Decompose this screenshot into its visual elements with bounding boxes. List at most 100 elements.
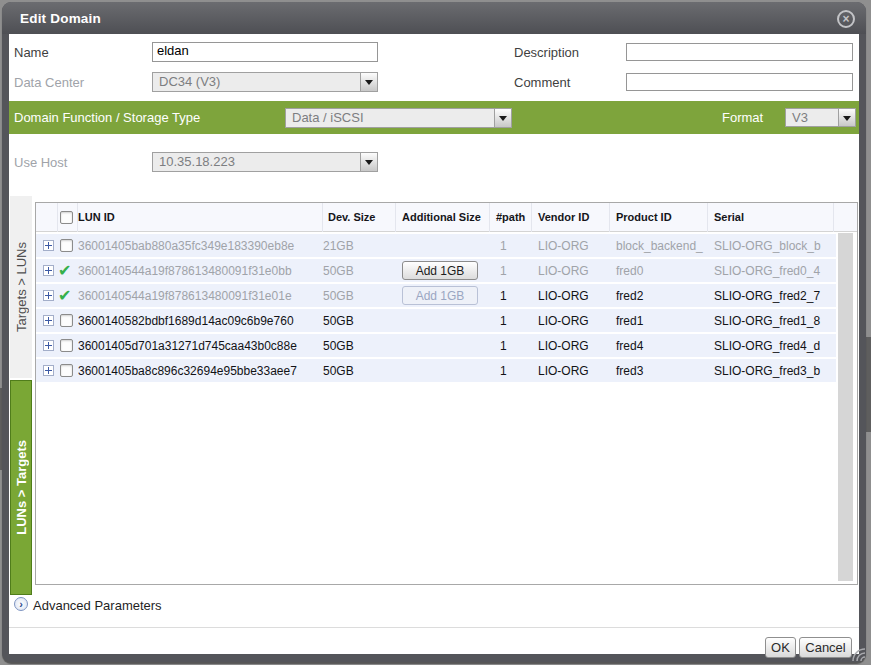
expand-row-icon[interactable] xyxy=(43,340,54,351)
lun-checkbox[interactable] xyxy=(60,239,73,252)
advanced-parameters-label[interactable]: Advanced Parameters xyxy=(33,598,162,613)
col-product-id[interactable]: Product ID xyxy=(610,203,708,232)
dev-size-cell: 50GB xyxy=(323,339,396,353)
tab-luns-targets[interactable]: LUNs > Targets xyxy=(10,380,32,595)
product-id-cell: fred3 xyxy=(610,364,708,378)
domain-function-select[interactable]: Data / iSCSI xyxy=(285,108,512,128)
expand-row-icon[interactable] xyxy=(43,240,54,251)
table-row[interactable]: 36001405bab880a35fc349e183390eb8e 21GB 1… xyxy=(36,234,836,257)
table-row[interactable]: 36001405ba8c896c32694e95bbe33aee7 50GB 1… xyxy=(36,359,836,382)
name-label: Name xyxy=(14,46,49,60)
add-size-button: Add 1GB xyxy=(402,286,478,305)
edit-domain-dialog: Edit Domain × Name eldan Description Dat… xyxy=(2,2,866,662)
path-count-cell: 1 xyxy=(490,339,532,353)
table-row[interactable]: ✔ 3600140544a19f878613480091f31e01e 50GB… xyxy=(36,284,836,307)
lun-id-cell: 36001405ba8c896c32694e95bbe33aee7 xyxy=(78,364,323,378)
data-center-select[interactable]: DC34 (V3) xyxy=(152,72,378,92)
lun-table-header: LUN ID Dev. Size Additional Size #path V… xyxy=(36,203,857,232)
dropdown-arrow-icon xyxy=(360,73,377,91)
close-icon[interactable]: × xyxy=(837,10,855,28)
footer-divider xyxy=(9,627,859,628)
name-input[interactable]: eldan xyxy=(152,42,378,62)
page-edge-scrollbar xyxy=(866,337,871,432)
lun-checkbox[interactable] xyxy=(60,364,73,377)
path-count-cell: 1 xyxy=(490,364,532,378)
vendor-id-cell: LIO-ORG xyxy=(532,239,610,253)
col-lun-id[interactable]: LUN ID xyxy=(78,203,323,232)
use-host-select[interactable]: 10.35.18.223 xyxy=(152,152,378,172)
comment-input[interactable] xyxy=(626,73,853,91)
lun-table-body: 36001405bab880a35fc349e183390eb8e 21GB 1… xyxy=(36,232,836,384)
storage-type-bar: Domain Function / Storage Type Data / iS… xyxy=(9,101,859,134)
select-all-checkbox[interactable] xyxy=(60,211,73,224)
vendor-id-cell: LIO-ORG xyxy=(532,339,610,353)
serial-cell: SLIO-ORG_fred1_8 xyxy=(708,314,834,328)
dev-size-cell: 21GB xyxy=(323,239,396,253)
dropdown-arrow-icon xyxy=(494,109,511,127)
lun-checkbox[interactable] xyxy=(60,314,73,327)
domain-function-label: Domain Function / Storage Type xyxy=(14,111,200,125)
format-select[interactable]: V3 xyxy=(785,108,856,127)
tab-targets-luns[interactable]: Targets > LUNs xyxy=(10,196,32,378)
path-count-cell: 1 xyxy=(490,239,532,253)
advanced-expander-icon[interactable]: › xyxy=(14,597,28,611)
expand-row-icon[interactable] xyxy=(43,265,54,276)
dev-size-cell: 50GB xyxy=(323,289,396,303)
cancel-button[interactable]: Cancel xyxy=(799,637,852,658)
lun-id-cell: 3600140544a19f878613480091f31e01e xyxy=(78,289,323,303)
col-path[interactable]: #path xyxy=(490,203,532,232)
table-row[interactable]: 3600140582bdbf1689d14ac09c6b9e760 50GB 1… xyxy=(36,309,836,332)
expand-row-icon[interactable] xyxy=(43,365,54,376)
table-scrollbar[interactable] xyxy=(838,233,853,581)
format-label: Format xyxy=(722,111,763,125)
lun-id-cell: 3600140544a19f878613480091f31e0bb xyxy=(78,264,323,278)
col-vendor-id[interactable]: Vendor ID xyxy=(532,203,610,232)
comment-label: Comment xyxy=(514,76,570,90)
path-count-cell: 1 xyxy=(490,314,532,328)
dev-size-cell: 50GB xyxy=(323,364,396,378)
description-input[interactable] xyxy=(626,43,853,61)
product-id-cell: fred4 xyxy=(610,339,708,353)
dialog-title: Edit Domain xyxy=(20,11,101,26)
vendor-id-cell: LIO-ORG xyxy=(532,364,610,378)
use-host-label: Use Host xyxy=(14,156,67,170)
product-id-cell: fred2 xyxy=(610,289,708,303)
product-id-cell: fred0 xyxy=(610,264,708,278)
product-id-cell: fred1 xyxy=(610,314,708,328)
dev-size-cell: 50GB xyxy=(323,264,396,278)
serial-cell: SLIO-ORG_fred4_d xyxy=(708,339,834,353)
serial-cell: SLIO-ORG_fred2_7 xyxy=(708,289,834,303)
dialog-titlebar[interactable]: Edit Domain × xyxy=(2,2,866,34)
add-size-button[interactable]: Add 1GB xyxy=(402,261,478,280)
serial-cell: SLIO-ORG_fred0_4 xyxy=(708,264,834,278)
vendor-id-cell: LIO-ORG xyxy=(532,314,610,328)
col-dev-size[interactable]: Dev. Size xyxy=(323,203,396,232)
table-row[interactable]: ✔ 3600140544a19f878613480091f31e0bb 50GB… xyxy=(36,259,836,282)
product-id-cell: block_backend_ xyxy=(610,239,708,253)
serial-cell: SLIO-ORG_block_b xyxy=(708,239,834,253)
expand-row-icon[interactable] xyxy=(43,290,54,301)
vendor-id-cell: LIO-ORG xyxy=(532,264,610,278)
col-additional-size[interactable]: Additional Size xyxy=(396,203,490,232)
path-count-cell: 1 xyxy=(490,289,532,303)
lun-checkbox[interactable] xyxy=(60,339,73,352)
dropdown-arrow-icon xyxy=(360,153,377,171)
vendor-id-cell: LIO-ORG xyxy=(532,289,610,303)
dialog-content: Name eldan Description Data Center DC34 … xyxy=(9,34,859,654)
lun-attached-check-icon: ✔ xyxy=(58,286,78,305)
expand-row-icon[interactable] xyxy=(43,315,54,326)
table-row[interactable]: 36001405d701a31271d745caa43b0c88e 50GB 1… xyxy=(36,334,836,357)
lun-id-cell: 36001405bab880a35fc349e183390eb8e xyxy=(78,239,323,253)
lun-table: LUN ID Dev. Size Additional Size #path V… xyxy=(35,202,858,585)
resize-grip-icon[interactable] xyxy=(851,647,866,662)
data-center-label: Data Center xyxy=(14,76,84,90)
lun-id-cell: 36001405d701a31271d745caa43b0c88e xyxy=(78,339,323,353)
lun-attached-check-icon: ✔ xyxy=(58,261,78,280)
description-label: Description xyxy=(514,46,579,60)
dropdown-arrow-icon xyxy=(838,109,855,126)
lun-id-cell: 3600140582bdbf1689d14ac09c6b9e760 xyxy=(78,314,323,328)
serial-cell: SLIO-ORG_fred3_b xyxy=(708,364,834,378)
path-count-cell: 1 xyxy=(490,264,532,278)
col-serial[interactable]: Serial xyxy=(708,203,834,232)
ok-button[interactable]: OK xyxy=(765,637,796,658)
